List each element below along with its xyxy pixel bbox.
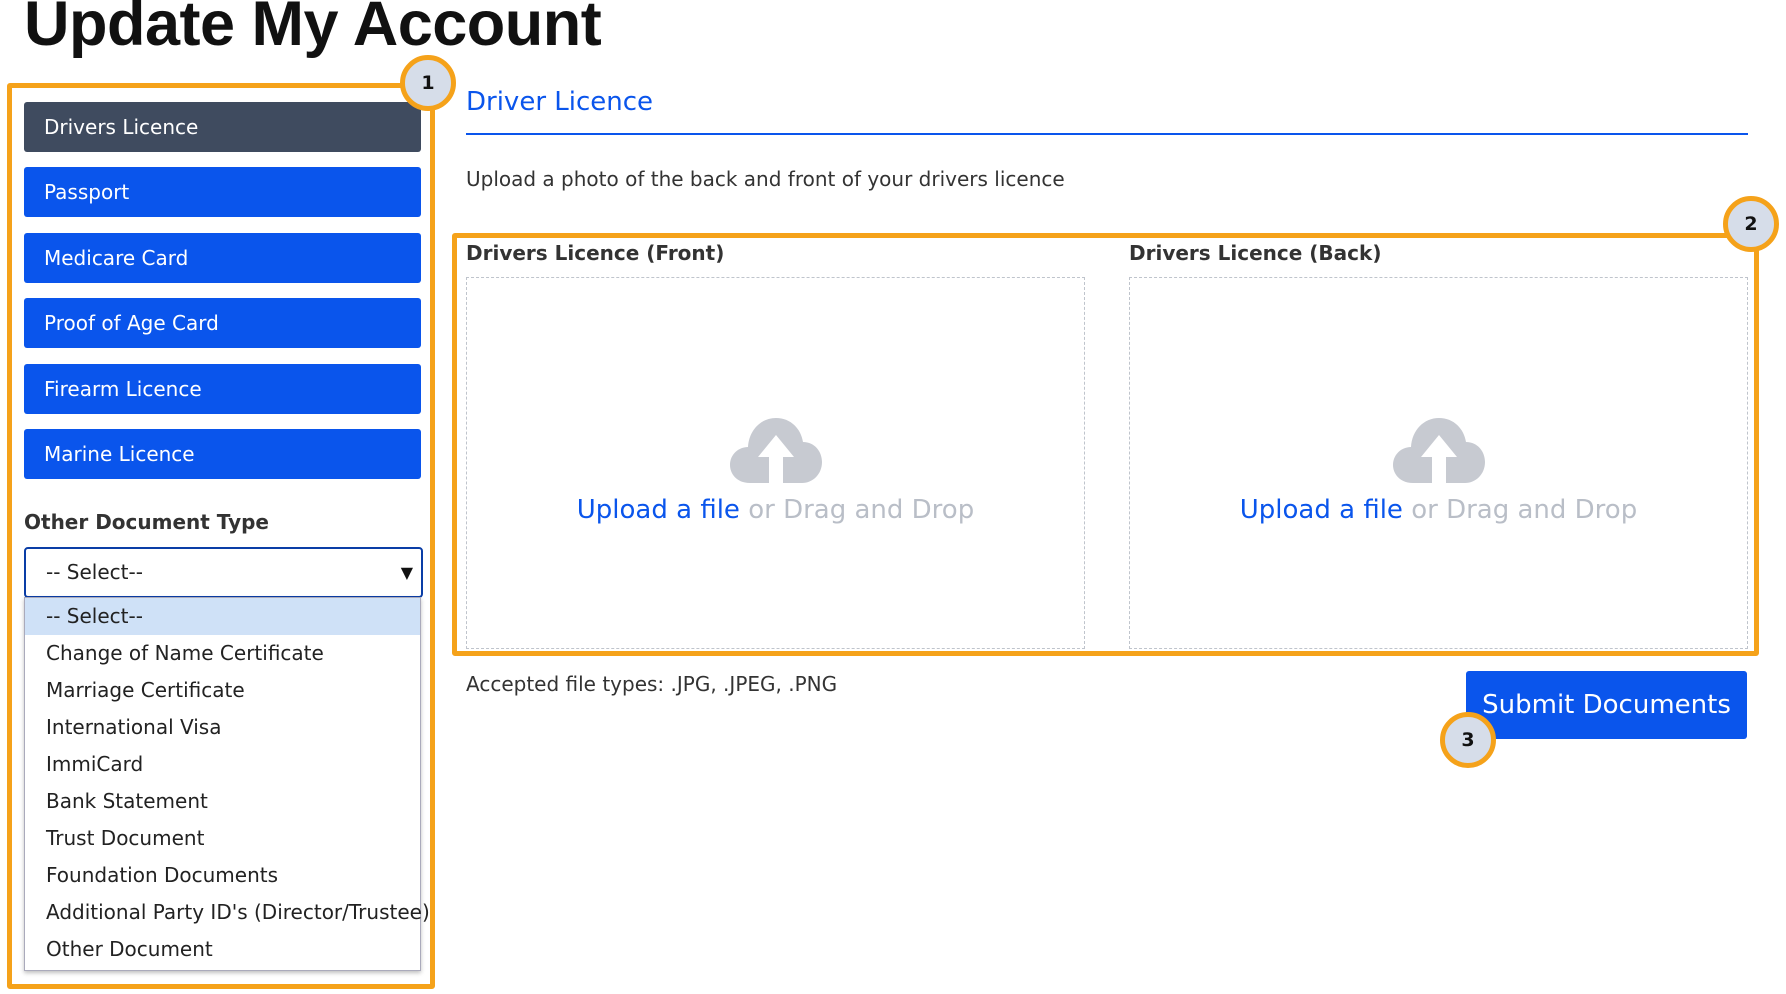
accepted-file-types: Accepted file types: .JPG, .JPEG, .PNG (466, 672, 838, 696)
sidebar-item-marine-licence[interactable]: Marine Licence (24, 429, 421, 479)
page-title: Update My Account (24, 0, 602, 59)
drag-drop-text: or Drag and Drop (1402, 495, 1638, 525)
section-divider (466, 133, 1748, 135)
document-type-dropdown: -- Select-- Change of Name Certificate M… (24, 597, 430, 971)
sidebar-item-label: Medicare Card (44, 246, 189, 270)
dropdown-option[interactable]: International Visa (25, 709, 420, 746)
upload-file-link[interactable]: Upload a file (577, 495, 740, 525)
dropdown-option[interactable]: Foundation Documents (25, 857, 420, 894)
dropdown-option[interactable]: -- Select-- (25, 598, 420, 635)
upload-back-dropzone[interactable]: Upload a file or Drag and Drop (1129, 277, 1748, 649)
upload-prompt: Upload a file or Drag and Drop (1240, 495, 1637, 525)
upload-back-label: Drivers Licence (Back) (1129, 241, 1382, 265)
upload-front-dropzone[interactable]: Upload a file or Drag and Drop (466, 277, 1085, 649)
sidebar-item-passport[interactable]: Passport (24, 167, 421, 217)
upload-file-link[interactable]: Upload a file (1240, 495, 1403, 525)
dropdown-option[interactable]: Other Document (25, 931, 420, 968)
sidebar-item-label: Drivers Licence (44, 115, 199, 139)
upload-front-label: Drivers Licence (Front) (466, 241, 725, 265)
cloud-upload-icon (1392, 418, 1485, 483)
dropdown-option[interactable]: ImmiCard (25, 746, 420, 783)
dropdown-option[interactable]: Marriage Certificate (25, 672, 420, 709)
sidebar-item-drivers-licence[interactable]: Drivers Licence (24, 102, 421, 152)
dropdown-option[interactable]: Change of Name Certificate (25, 635, 420, 672)
sidebar-item-proof-of-age-card[interactable]: Proof of Age Card (24, 298, 421, 348)
callout-badge-1: 1 (400, 55, 456, 111)
section-description: Upload a photo of the back and front of … (466, 167, 1065, 191)
sidebar-item-label: Firearm Licence (44, 377, 202, 401)
dropdown-option[interactable]: Additional Party ID's (Director/Trustee) (25, 894, 430, 931)
cloud-upload-icon (729, 418, 822, 483)
drag-drop-text: or Drag and Drop (739, 495, 975, 525)
select-value: -- Select-- (46, 560, 143, 584)
sidebar-item-firearm-licence[interactable]: Firearm Licence (24, 364, 421, 414)
sidebar-item-medicare-card[interactable]: Medicare Card (24, 233, 421, 283)
dropdown-option[interactable]: Bank Statement (25, 783, 420, 820)
upload-prompt: Upload a file or Drag and Drop (577, 495, 974, 525)
chevron-down-icon: ▼ (400, 563, 413, 582)
dropdown-option[interactable]: Trust Document (25, 820, 420, 857)
callout-badge-3: 3 (1440, 712, 1496, 768)
sidebar-item-label: Passport (44, 180, 130, 204)
other-document-type-label: Other Document Type (24, 510, 269, 534)
callout-badge-2: 2 (1723, 196, 1779, 252)
submit-documents-button[interactable]: Submit Documents (1466, 671, 1747, 739)
document-type-select[interactable]: -- Select-- ▼ (24, 547, 423, 598)
sidebar-item-label: Marine Licence (44, 442, 195, 466)
sidebar-item-label: Proof of Age Card (44, 311, 219, 335)
submit-label: Submit Documents (1482, 690, 1731, 720)
section-title: Driver Licence (466, 87, 654, 117)
